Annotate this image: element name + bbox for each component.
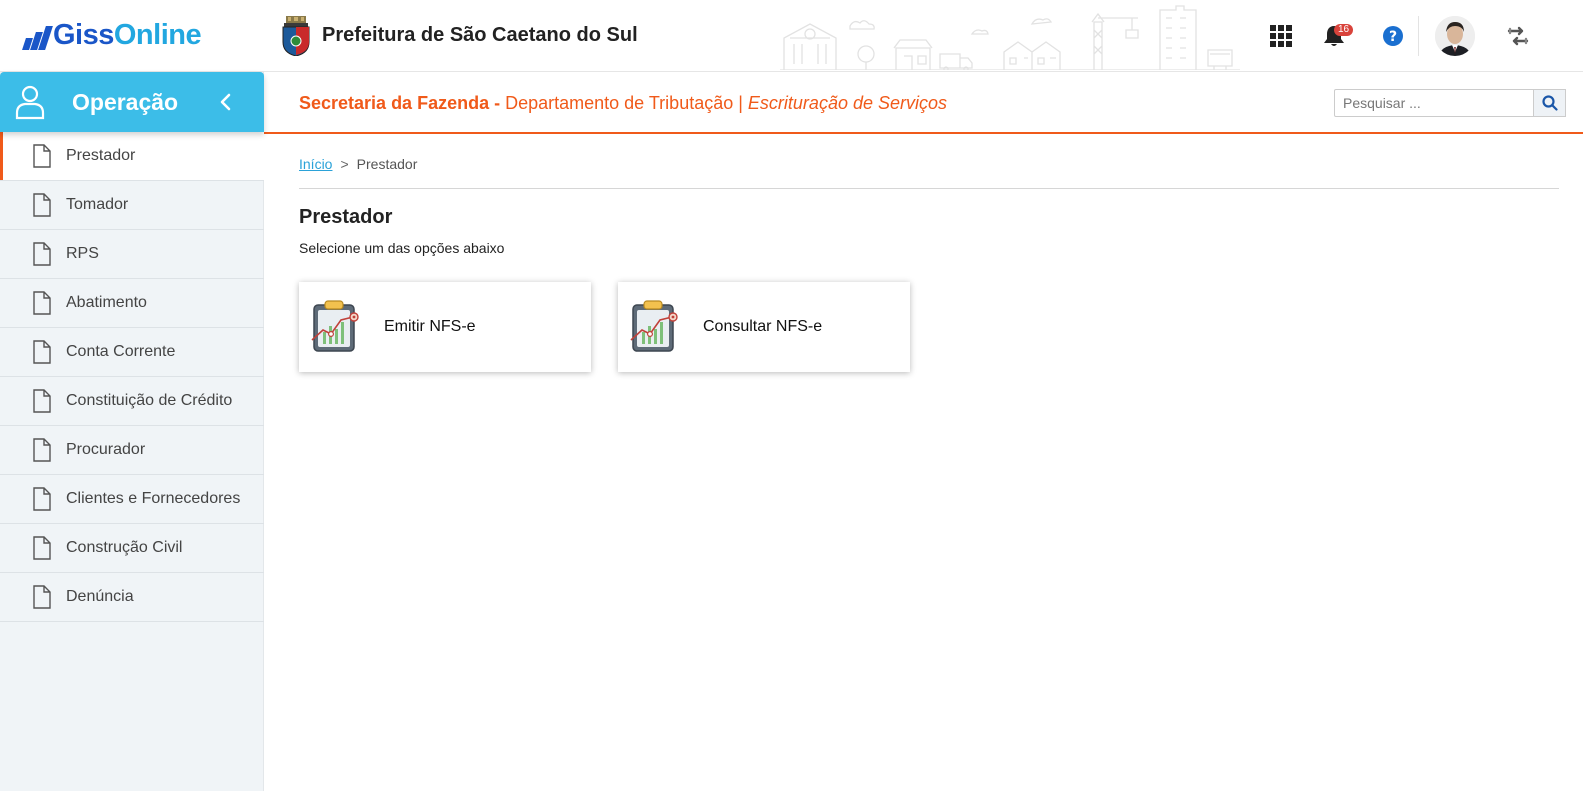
breadcrumb: Início > Prestador [299, 156, 417, 172]
document-icon [33, 242, 51, 266]
sidebar-item-label: Abatimento [66, 294, 147, 311]
document-icon [33, 144, 51, 168]
apps-grid-icon[interactable] [1261, 16, 1301, 56]
document-icon [33, 340, 51, 364]
document-icon [33, 389, 51, 413]
sidebar-item-label: Clientes e Fornecedores [66, 490, 241, 507]
sidebar-item-label: Construção Civil [66, 539, 183, 556]
breadcrumb-current: Prestador [356, 156, 418, 172]
sidebar-item-label: Procurador [66, 441, 146, 458]
chevron-left-icon[interactable] [214, 90, 238, 114]
clipboard-chart-icon [311, 300, 359, 352]
sidebar-item-label: Denúncia [66, 588, 134, 605]
clipboard-chart-icon [630, 300, 678, 352]
sidebar-item-abatimento[interactable]: Abatimento [0, 279, 264, 328]
sidebar-item-procurador[interactable]: Procurador [0, 426, 264, 475]
sidebar-item-constituicao-de-credito[interactable]: Constituição de Crédito [0, 377, 264, 426]
user-icon [15, 85, 45, 120]
document-icon [33, 487, 51, 511]
sidebar-item-construcao-civil[interactable]: Construção Civil [0, 524, 264, 573]
sidebar-item-label: Conta Corrente [66, 343, 176, 360]
sidebar-item-label: Tomador [66, 196, 129, 213]
notifications-button[interactable]: 16 [1314, 16, 1354, 56]
logo-text-online: Online [113, 19, 202, 51]
sidebar-item-clientes-e-fornecedores[interactable]: Clientes e Fornecedores [0, 475, 264, 524]
document-icon [33, 193, 51, 217]
logo-text-giss: Giss [53, 19, 114, 51]
card-label: Consultar NFS-e [703, 318, 823, 335]
sidebar-title: Operação [72, 89, 179, 115]
sidebar-item-label: Prestador [66, 147, 136, 164]
search-button[interactable] [1534, 89, 1566, 117]
emitir-nfse-card[interactable]: Emitir NFS-e [299, 282, 591, 372]
card-label: Emitir NFS-e [384, 318, 476, 335]
escrituracao-label: Escrituração de Serviços [747, 93, 948, 113]
sidebar-item-denuncia[interactable]: Denúncia [0, 573, 264, 622]
page-title: Prestador [299, 206, 393, 228]
switch-arrows-icon[interactable] [1498, 16, 1538, 56]
document-icon [33, 291, 51, 315]
page-subtitle: Selecione um das opções abaixo [299, 240, 505, 256]
header-separator [1418, 16, 1419, 56]
sidebar-header: Operação [0, 72, 264, 132]
document-icon [33, 585, 51, 609]
city-title: Prefeitura de São Caetano do Sul [322, 24, 638, 46]
logo-bars-icon [22, 20, 53, 50]
gissonline-logo[interactable]: GissOnline [22, 16, 202, 51]
breadcrumb-separator: > [340, 156, 349, 172]
consultar-nfse-card[interactable]: Consultar NFS-e [618, 282, 910, 372]
avatar[interactable] [1435, 16, 1475, 56]
sidebar-item-rps[interactable]: RPS [0, 230, 264, 279]
section-header: Secretaria da Fazenda - Departamento de … [264, 72, 1583, 134]
sidebar-item-label: RPS [66, 245, 99, 262]
city-crest-icon [282, 16, 310, 56]
breadcrumb-home-link[interactable]: Início [299, 156, 332, 172]
sidebar-item-prestador[interactable]: Prestador [0, 132, 264, 181]
department-title: Secretaria da Fazenda - Departamento de … [299, 93, 947, 114]
city-skyline-decoration [780, 5, 1240, 70]
search-icon [1541, 95, 1558, 111]
departamento-label: Departamento de Tributação | [505, 93, 748, 113]
sidebar-menu: Prestador Tomador RPS Abatimento Conta C… [0, 132, 264, 622]
document-icon [33, 536, 51, 560]
sidebar-item-label: Constituição de Crédito [66, 392, 233, 409]
sidebar: Operação Prestador Tomador RPS Abatiment… [0, 72, 264, 791]
help-icon[interactable]: ? [1373, 16, 1413, 56]
top-header: GissOnline Prefeitura de São Caetano do … [0, 0, 1583, 72]
document-icon [33, 438, 51, 462]
sidebar-item-tomador[interactable]: Tomador [0, 181, 264, 230]
svg-text:?: ? [1389, 29, 1397, 45]
secretaria-label: Secretaria da Fazenda - [299, 93, 506, 113]
search-input[interactable] [1334, 89, 1534, 117]
notifications-badge: 16 [1334, 24, 1354, 36]
sidebar-item-conta-corrente[interactable]: Conta Corrente [0, 328, 264, 377]
content-divider [299, 188, 1559, 189]
